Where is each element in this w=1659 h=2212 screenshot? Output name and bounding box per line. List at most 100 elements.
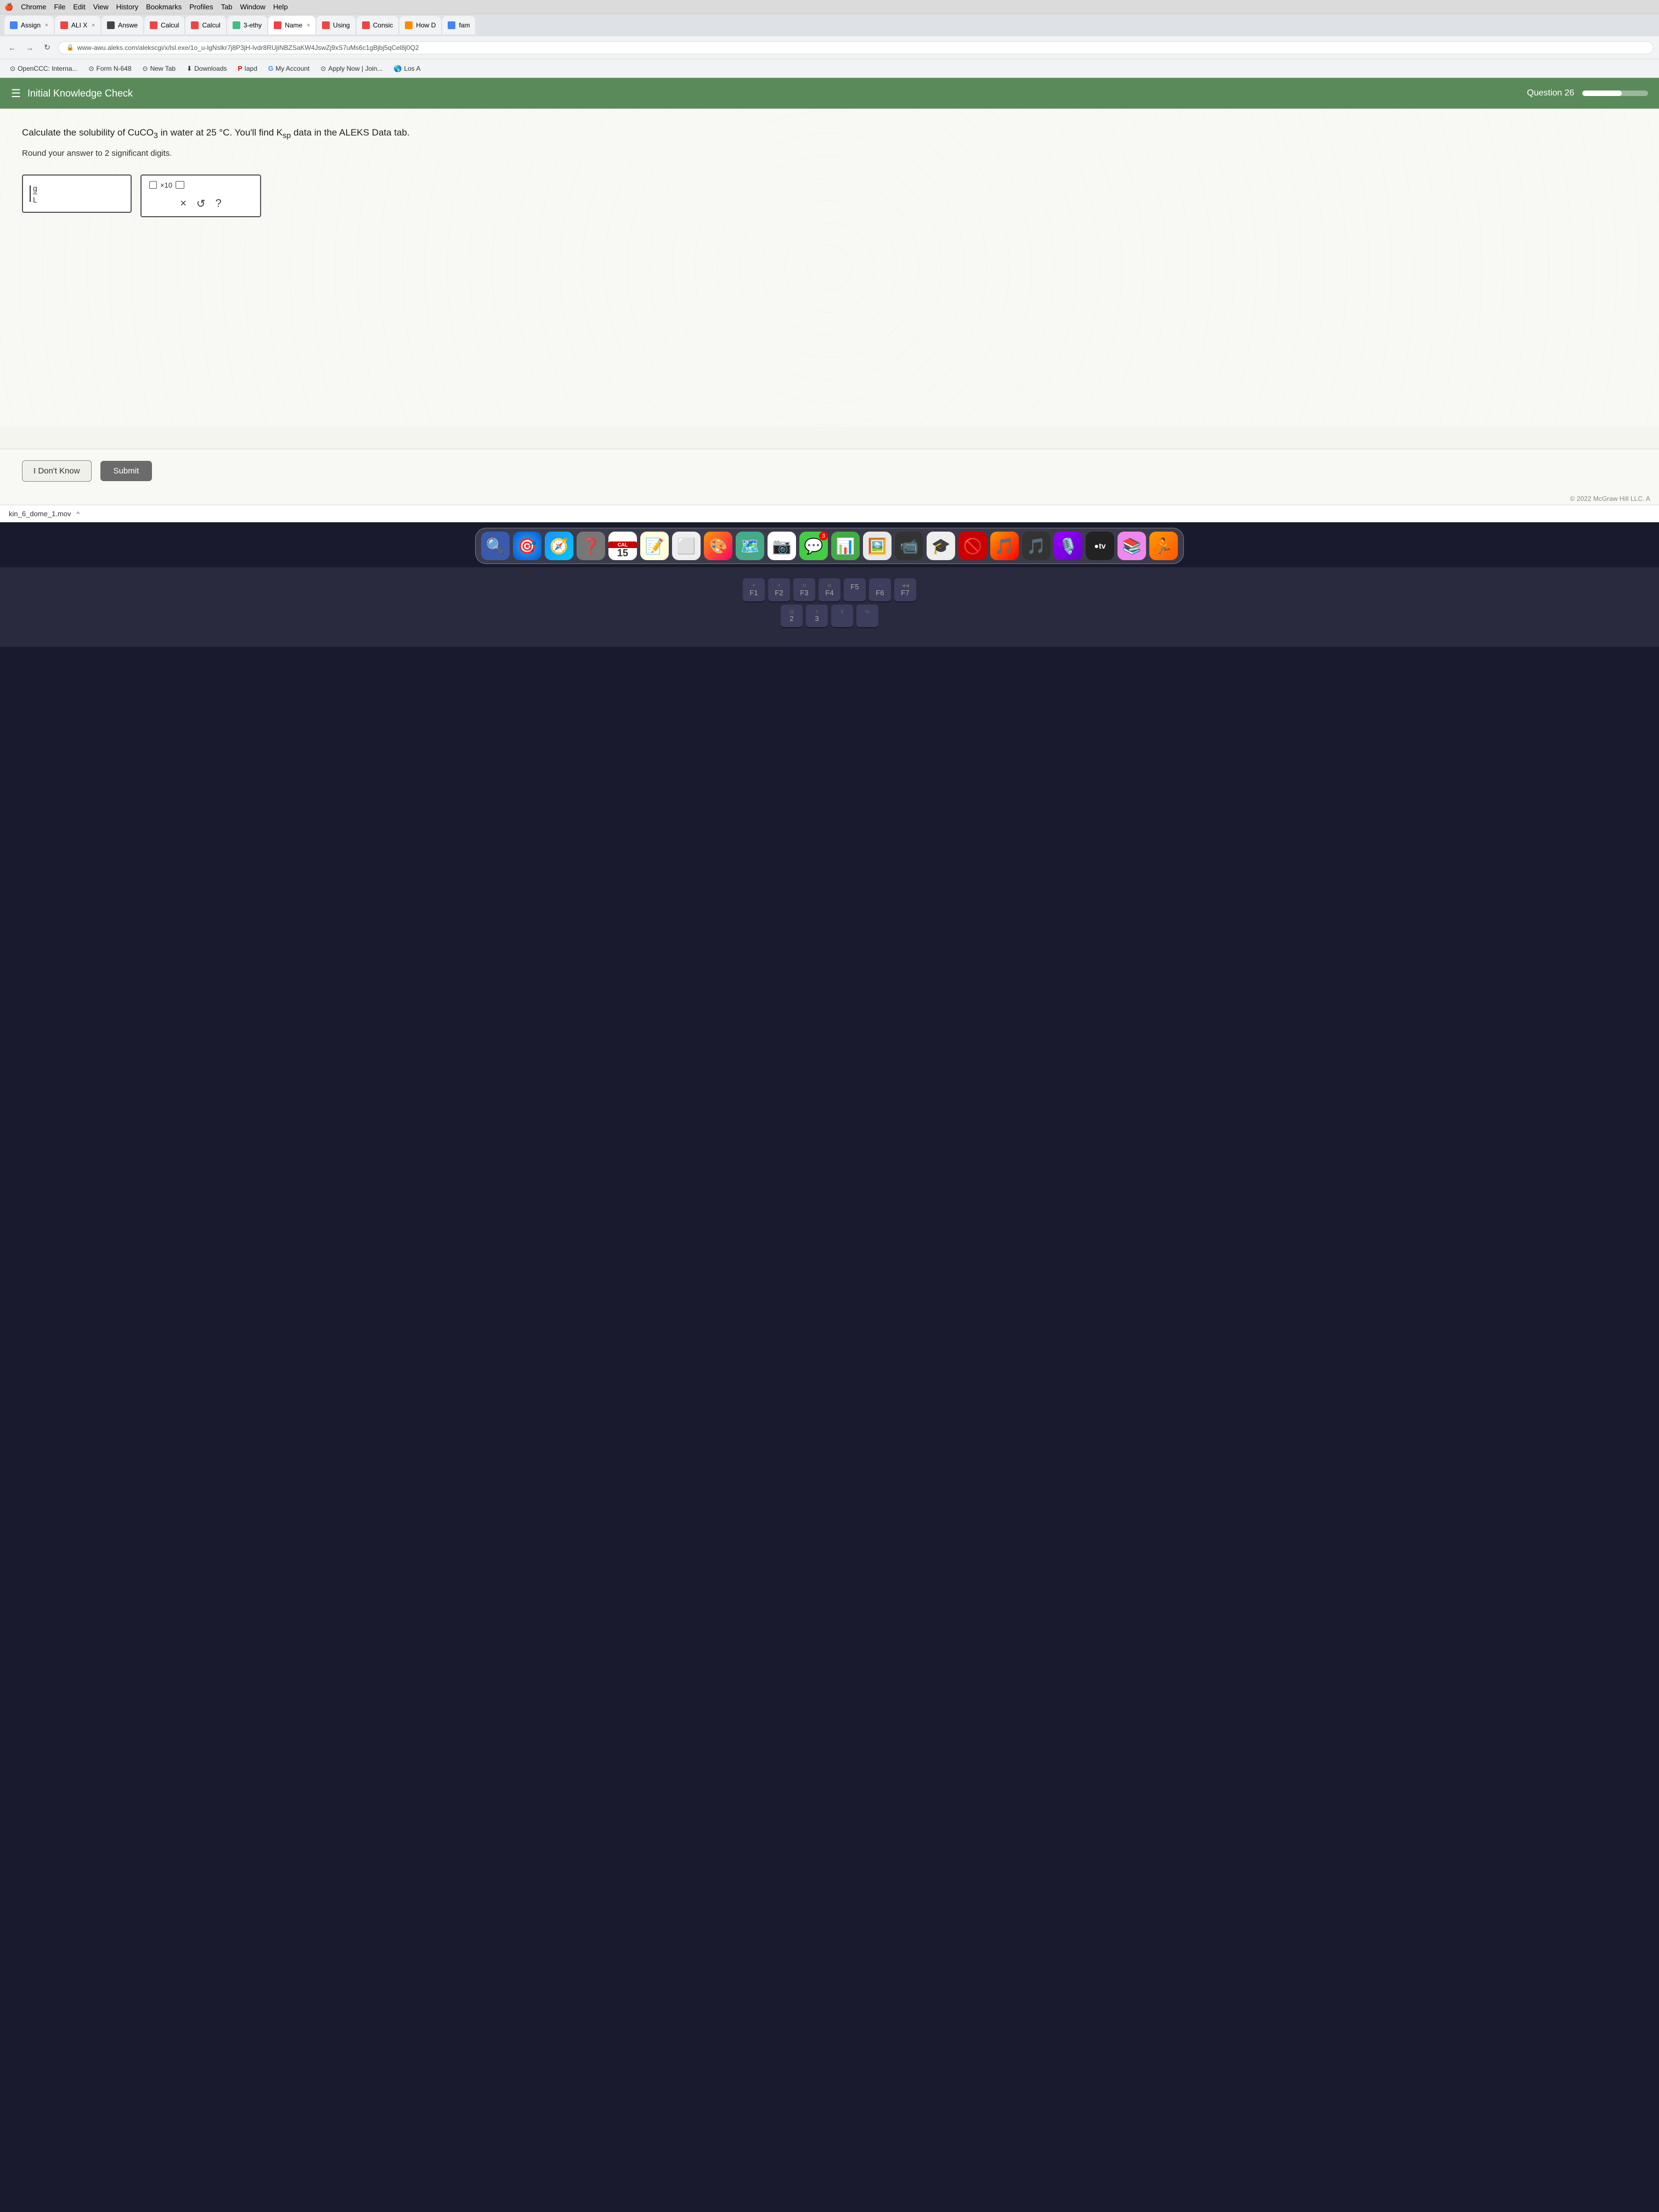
dock-music2-icon: 🎵 bbox=[1027, 537, 1046, 555]
bookmark-iapd[interactable]: P Iapd bbox=[234, 63, 262, 74]
apple-menu[interactable]: 🍎 bbox=[4, 3, 13, 12]
dock-safari[interactable]: 🧭 bbox=[545, 532, 573, 560]
tab-ali-close[interactable]: × bbox=[92, 22, 95, 29]
url-bar[interactable]: 🔒 www-awu.aleks.com/alekscgi/x/lsl.exe/1… bbox=[58, 41, 1654, 54]
menu-bar: 🍎 Chrome File Edit View History Bookmark… bbox=[0, 0, 1659, 14]
tab-calc2[interactable]: Calcul bbox=[185, 16, 225, 35]
kb-f7[interactable]: ◀◀ F7 bbox=[894, 578, 916, 601]
dock-blank[interactable]: ⬜ bbox=[672, 532, 701, 560]
bookmark-form[interactable]: ⊙ Form N-648 bbox=[84, 63, 136, 74]
tab-3ethy[interactable]: 3-ethy bbox=[227, 16, 267, 35]
dock-music[interactable]: 🎵 bbox=[990, 532, 1019, 560]
main-answer-input[interactable]: g L bbox=[22, 174, 132, 213]
tab-consic-label: Consic bbox=[373, 21, 393, 29]
menu-tab[interactable]: Tab bbox=[221, 3, 233, 11]
tab-howd[interactable]: How D bbox=[399, 16, 441, 35]
copyright: © 2022 McGraw Hill LLC. A bbox=[0, 493, 1659, 505]
dock-messages[interactable]: 💬 3 bbox=[799, 532, 828, 560]
dock-preview[interactable]: 🖼️ bbox=[863, 532, 891, 560]
tab-name[interactable]: Name × bbox=[268, 16, 315, 35]
dock-maps[interactable]: 🗺️ bbox=[736, 532, 764, 560]
bookmark-openccc[interactable]: ⊙ OpenCCC: Interna... bbox=[5, 63, 82, 74]
tab-calc1[interactable]: Calcul bbox=[144, 16, 184, 35]
sci-notation-actions: × ↺ ? bbox=[149, 197, 252, 211]
dock-tv[interactable]: ●tv bbox=[1086, 532, 1114, 560]
submit-button[interactable]: Submit bbox=[100, 461, 153, 481]
refresh-button[interactable]: ↻ bbox=[41, 41, 54, 54]
dock-books[interactable]: 📚 bbox=[1118, 532, 1146, 560]
bookmark-los[interactable]: 🌎 Los A bbox=[390, 63, 425, 74]
dock-launchpad[interactable]: 🎯 bbox=[513, 532, 541, 560]
dock-photos[interactable]: 📷 bbox=[768, 532, 796, 560]
cross-button[interactable]: × bbox=[180, 198, 187, 210]
dock-finder[interactable]: 🔍 bbox=[481, 532, 510, 560]
tab-assign-close[interactable]: × bbox=[45, 22, 48, 29]
exponent-input[interactable] bbox=[176, 181, 184, 189]
help-button[interactable]: ? bbox=[216, 198, 222, 210]
dock-text[interactable]: 🎓 bbox=[927, 532, 955, 560]
dock-run[interactable]: 🏃 bbox=[1149, 532, 1178, 560]
tab-fam[interactable]: fam bbox=[442, 16, 475, 35]
menu-profiles[interactable]: Profiles bbox=[189, 3, 213, 11]
dock-notes[interactable]: 📝 bbox=[640, 532, 669, 560]
menu-file[interactable]: File bbox=[54, 3, 65, 11]
dock-text-icon: 🎓 bbox=[932, 537, 951, 555]
dock-calendar[interactable]: CAL 15 bbox=[608, 532, 637, 560]
tab-name-close[interactable]: × bbox=[307, 22, 310, 29]
dock-music2[interactable]: 🎵 bbox=[1022, 532, 1051, 560]
tab-using-label: Using bbox=[333, 21, 350, 29]
dock-colors[interactable]: 🎨 bbox=[704, 532, 732, 560]
kb-f5[interactable]: F5 bbox=[844, 578, 866, 601]
menu-help[interactable]: Help bbox=[273, 3, 288, 11]
kb-f6[interactable]: ⁘ F6 bbox=[869, 578, 891, 601]
menu-window[interactable]: Window bbox=[240, 3, 266, 11]
tab-consic[interactable]: Consic bbox=[357, 16, 399, 35]
kb-2[interactable]: @ 2 bbox=[781, 605, 803, 627]
kb-f2[interactable]: ☀ F2 bbox=[768, 578, 790, 601]
download-filename: kin_6_dome_1.mov bbox=[9, 510, 71, 518]
kb-dollar[interactable]: $ bbox=[831, 605, 853, 627]
back-button[interactable]: ← bbox=[5, 41, 19, 54]
dock-help[interactable]: ❓ bbox=[577, 532, 605, 560]
dock: 🔍 🎯 🧭 ❓ CAL 15 📝 ⬜ 🎨 🗺️ 📷 � bbox=[475, 528, 1184, 564]
kb-f4[interactable]: ⊞ F4 bbox=[819, 578, 840, 601]
bookmark-downloads[interactable]: ⬇ Downloads bbox=[182, 63, 231, 74]
bookmark-myaccount-label: My Account bbox=[275, 65, 309, 72]
question-subscript: 3 bbox=[154, 131, 158, 140]
kb-3[interactable]: # 3 bbox=[806, 605, 828, 627]
bookmark-openccc-icon: ⊙ bbox=[10, 65, 15, 72]
hamburger-menu[interactable]: ☰ bbox=[11, 87, 21, 100]
bottom-buttons: I Don't Know Submit bbox=[0, 449, 1659, 493]
undo-button[interactable]: ↺ bbox=[196, 197, 206, 211]
kb-percent[interactable]: % bbox=[856, 605, 878, 627]
tab-ali[interactable]: ALI X × bbox=[55, 16, 100, 35]
kb-f3-label: F3 bbox=[800, 589, 808, 597]
tab-answer[interactable]: Answe bbox=[101, 16, 143, 35]
tab-assign[interactable]: Assign × bbox=[4, 16, 54, 35]
dock-blank-icon: ⬜ bbox=[677, 537, 696, 555]
tab-using[interactable]: Using bbox=[317, 16, 356, 35]
dock-podcast[interactable]: 🎙️ bbox=[1054, 532, 1082, 560]
sci-checkbox[interactable] bbox=[149, 181, 157, 189]
download-bar: kin_6_dome_1.mov ^ bbox=[0, 505, 1659, 522]
forward-button[interactable]: → bbox=[23, 41, 36, 54]
dock-block[interactable]: 🚫 bbox=[958, 532, 987, 560]
download-chevron[interactable]: ^ bbox=[76, 510, 80, 518]
menu-chrome[interactable]: Chrome bbox=[21, 3, 46, 11]
menu-edit[interactable]: Edit bbox=[73, 3, 85, 11]
tab-fam-icon bbox=[448, 21, 455, 29]
menu-bookmarks[interactable]: Bookmarks bbox=[146, 3, 182, 11]
dont-know-button[interactable]: I Don't Know bbox=[22, 460, 92, 482]
kb-f1[interactable]: ☀ F1 bbox=[743, 578, 765, 601]
dock-video[interactable]: 📹 bbox=[895, 532, 923, 560]
kb-f5-label: F5 bbox=[850, 583, 859, 591]
kb-f3[interactable]: ⊟ F3 bbox=[793, 578, 815, 601]
question-part3: data in the ALEKS Data tab. bbox=[291, 127, 409, 138]
menu-view[interactable]: View bbox=[93, 3, 109, 11]
bookmark-newtab[interactable]: ⊙ New Tab bbox=[138, 63, 180, 74]
dock-numbers[interactable]: 📊 bbox=[831, 532, 860, 560]
menu-history[interactable]: History bbox=[116, 3, 138, 11]
bookmark-myaccount[interactable]: G My Account bbox=[264, 63, 314, 74]
kb-f7-label: F7 bbox=[901, 589, 909, 597]
bookmark-apply[interactable]: ⊙ Apply Now | Join... bbox=[316, 63, 387, 74]
